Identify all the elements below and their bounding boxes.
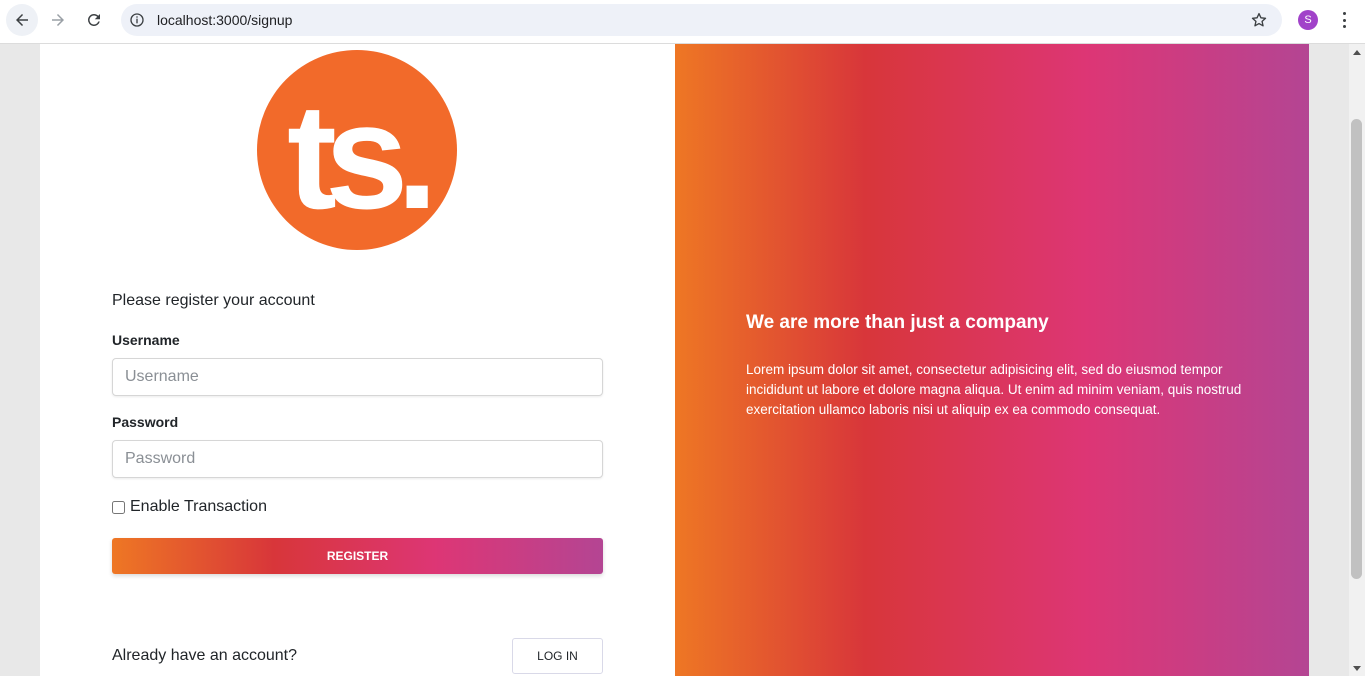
register-prompt: Please register your account — [112, 292, 315, 309]
scrollbar-thumb[interactable] — [1351, 119, 1362, 579]
reload-button[interactable] — [78, 4, 110, 36]
info-icon[interactable] — [129, 12, 145, 28]
enable-transaction-checkbox[interactable] — [112, 500, 125, 514]
back-button[interactable] — [6, 4, 38, 36]
vertical-scrollbar[interactable] — [1349, 44, 1365, 676]
arrow-left-icon — [16, 14, 28, 26]
hero-title: We are more than just a company — [746, 312, 1049, 333]
scroll-up-arrow-icon[interactable] — [1353, 50, 1361, 55]
hero-panel: We are more than just a company Lorem ip… — [675, 44, 1309, 676]
address-bar[interactable]: localhost:3000/signup — [121, 4, 1282, 36]
url-text[interactable]: localhost:3000/signup — [157, 12, 292, 28]
enable-transaction-label[interactable]: Enable Transaction — [130, 498, 267, 516]
profile-avatar[interactable]: S — [1298, 10, 1318, 30]
svg-text:ts.: ts. — [287, 72, 428, 240]
login-button[interactable]: LOG IN — [512, 638, 603, 674]
scroll-down-arrow-icon[interactable] — [1353, 666, 1361, 671]
username-label: Username — [112, 332, 180, 348]
hero-description: Lorem ipsum dolor sit amet, consectetur … — [746, 362, 1242, 417]
page-viewport: ts. Please register your account Usernam… — [0, 44, 1349, 676]
browser-toolbar: localhost:3000/signup S — [0, 0, 1365, 44]
arrow-right-icon — [52, 14, 64, 26]
username-input[interactable] — [112, 358, 603, 396]
forward-button[interactable] — [42, 4, 74, 36]
kebab-menu-icon[interactable] — [1334, 10, 1354, 30]
enable-transaction-row[interactable]: Enable Transaction — [112, 498, 267, 516]
password-label: Password — [112, 414, 179, 430]
signup-form-panel: ts. Please register your account Usernam… — [40, 44, 675, 676]
company-logo: ts. — [257, 50, 457, 250]
reload-icon — [87, 13, 100, 26]
register-button[interactable]: REGISTER — [112, 538, 603, 574]
bookmark-star-icon[interactable] — [1250, 11, 1268, 29]
already-have-account-text: Already have an account? — [112, 647, 298, 664]
password-input[interactable] — [112, 440, 603, 478]
